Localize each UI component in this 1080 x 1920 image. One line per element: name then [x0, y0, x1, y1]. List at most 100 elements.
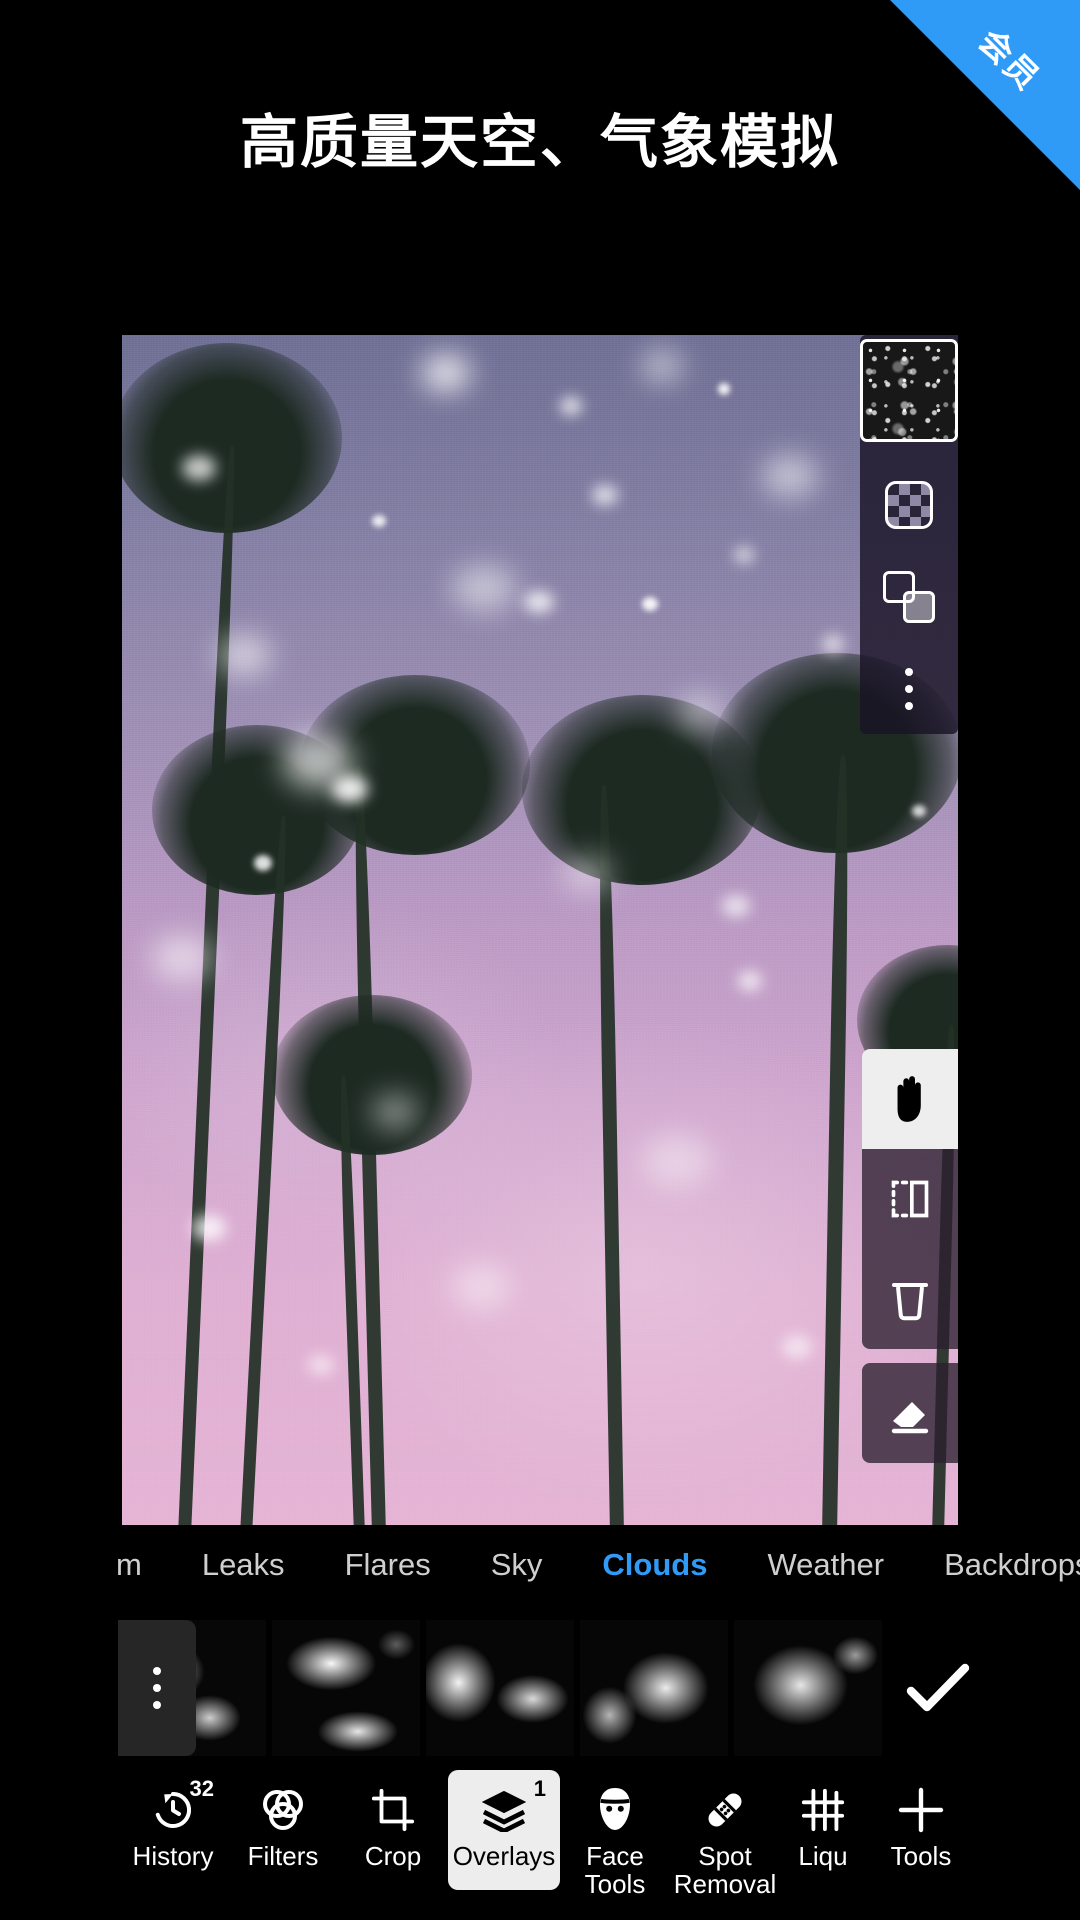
check-icon	[906, 1663, 970, 1712]
blend-mode-button[interactable]	[880, 568, 938, 626]
hand-icon	[897, 1076, 921, 1122]
overlays-icon	[481, 1790, 527, 1832]
bokeh-particle	[254, 855, 272, 871]
bokeh-particle	[422, 355, 470, 391]
palm-crown	[272, 995, 472, 1155]
crop-icon	[371, 1788, 415, 1832]
overlay-more-button[interactable]	[118, 1620, 196, 1756]
bokeh-particle	[642, 1135, 712, 1187]
tool-label: Filters	[247, 1841, 319, 1871]
bokeh-particle	[642, 351, 682, 381]
rail-divider	[862, 1349, 958, 1363]
eraser-icon	[891, 1402, 929, 1434]
photo-canvas[interactable]	[122, 335, 958, 1525]
spot-removal-icon-wrap	[701, 1784, 749, 1836]
flip-icon	[891, 1180, 929, 1218]
bokeh-particle	[192, 1215, 226, 1241]
tab-leaks[interactable]: Leaks	[172, 1547, 315, 1583]
bokeh-particle	[182, 455, 216, 481]
more-vertical-icon	[153, 1667, 161, 1709]
bokeh-particle	[372, 515, 386, 527]
bokeh-particle	[452, 1265, 510, 1309]
face-tools-icon	[600, 1788, 630, 1830]
bokeh-particle	[452, 565, 516, 611]
tool-label: Liqu	[798, 1841, 848, 1871]
layer-more-button[interactable]	[880, 660, 938, 718]
overlays-icon-wrap	[480, 1784, 528, 1836]
tool-face-tools[interactable]: Face Tools	[560, 1770, 670, 1910]
overlay-thumbnail[interactable]	[426, 1620, 574, 1756]
bokeh-particle	[912, 805, 926, 817]
apply-button[interactable]	[886, 1636, 990, 1740]
spot-removal-icon	[708, 1793, 742, 1827]
tab-backdrops[interactable]: Backdrops	[914, 1547, 1080, 1583]
bokeh-particle	[524, 591, 554, 613]
bokeh-particle	[332, 775, 368, 803]
tool-history[interactable]: 32 History	[118, 1770, 228, 1910]
filters-icon	[263, 1790, 303, 1830]
opacity-button[interactable]	[880, 476, 938, 534]
tool-label: Spot Removal	[673, 1841, 777, 1900]
bokeh-particle	[152, 935, 212, 981]
bokeh-particle	[734, 547, 754, 563]
more-vertical-icon	[905, 668, 913, 710]
bokeh-particle	[762, 455, 818, 497]
bottom-toolbar[interactable]: 32 History Filters Crop 1 Overlays Face …	[0, 1770, 1080, 1920]
tool-overlays[interactable]: 1 Overlays	[448, 1770, 560, 1890]
bokeh-particle	[308, 1355, 334, 1375]
tool-label: History	[132, 1841, 214, 1871]
tool-label: Overlays	[452, 1841, 556, 1871]
filters-icon-wrap	[259, 1784, 307, 1836]
bokeh-particle	[718, 383, 730, 395]
overlays-badge: 1	[533, 1776, 546, 1801]
tab-sky[interactable]: Sky	[461, 1547, 573, 1583]
tool-label: Face Tools	[584, 1841, 646, 1900]
blend-mode-icon	[883, 571, 935, 623]
tab-film[interactable]: m	[86, 1547, 172, 1583]
overlay-tool-rail	[862, 1049, 958, 1463]
liquify-icon-wrap	[800, 1784, 846, 1836]
history-badge: 32	[189, 1776, 214, 1801]
tools-icon-wrap	[897, 1784, 945, 1836]
bokeh-particle	[642, 597, 658, 611]
bokeh-particle	[218, 635, 270, 675]
overlay-category-tabs[interactable]: m Leaks Flares Sky Clouds Weather Backdr…	[0, 1530, 1080, 1600]
tool-filters[interactable]: Filters	[228, 1770, 338, 1910]
flip-tool-button[interactable]	[862, 1149, 958, 1249]
plus-icon	[898, 1787, 944, 1833]
overlay-thumbnail[interactable]	[580, 1620, 728, 1756]
bokeh-particle	[372, 1095, 418, 1129]
promo-headline: 高质量天空、气象模拟	[239, 110, 840, 175]
tool-liquify[interactable]: Liqu	[780, 1770, 866, 1910]
bokeh-particle	[822, 635, 844, 653]
tab-flares[interactable]: Flares	[315, 1547, 461, 1583]
overlay-thumbnail[interactable]	[272, 1620, 420, 1756]
tab-weather[interactable]: Weather	[737, 1547, 914, 1583]
bokeh-particle	[782, 1335, 812, 1359]
crop-icon-wrap	[370, 1784, 416, 1836]
checkerboard-icon	[885, 481, 933, 529]
bokeh-particle	[560, 397, 582, 415]
bokeh-particle	[592, 485, 618, 505]
delete-layer-button[interactable]	[862, 1249, 958, 1349]
bokeh-particle	[562, 855, 612, 893]
tool-crop[interactable]: Crop	[338, 1770, 448, 1910]
eraser-tool-button[interactable]	[862, 1363, 958, 1463]
liquify-icon	[801, 1788, 845, 1832]
face-tools-icon-wrap	[594, 1784, 636, 1836]
pan-tool-button[interactable]	[862, 1049, 958, 1149]
overlay-thumbnail[interactable]	[118, 1620, 266, 1756]
tab-clouds[interactable]: Clouds	[572, 1547, 737, 1583]
overlay-thumbnail[interactable]	[734, 1620, 882, 1756]
app-screen: 会员 高质量天空、气象模拟 m Leaks Flares Sky Clouds …	[0, 0, 1080, 1920]
tool-label: Crop	[364, 1841, 422, 1871]
tool-label: Tools	[890, 1841, 952, 1871]
bokeh-particle	[678, 695, 722, 729]
tool-spot-removal[interactable]: Spot Removal	[670, 1770, 780, 1910]
tool-tools[interactable]: Tools	[866, 1770, 976, 1910]
layer-thumbnail[interactable]	[860, 339, 958, 442]
layer-panel	[860, 335, 958, 734]
trash-icon	[892, 1283, 928, 1321]
bokeh-particle	[738, 971, 762, 991]
bokeh-particle	[722, 895, 750, 917]
